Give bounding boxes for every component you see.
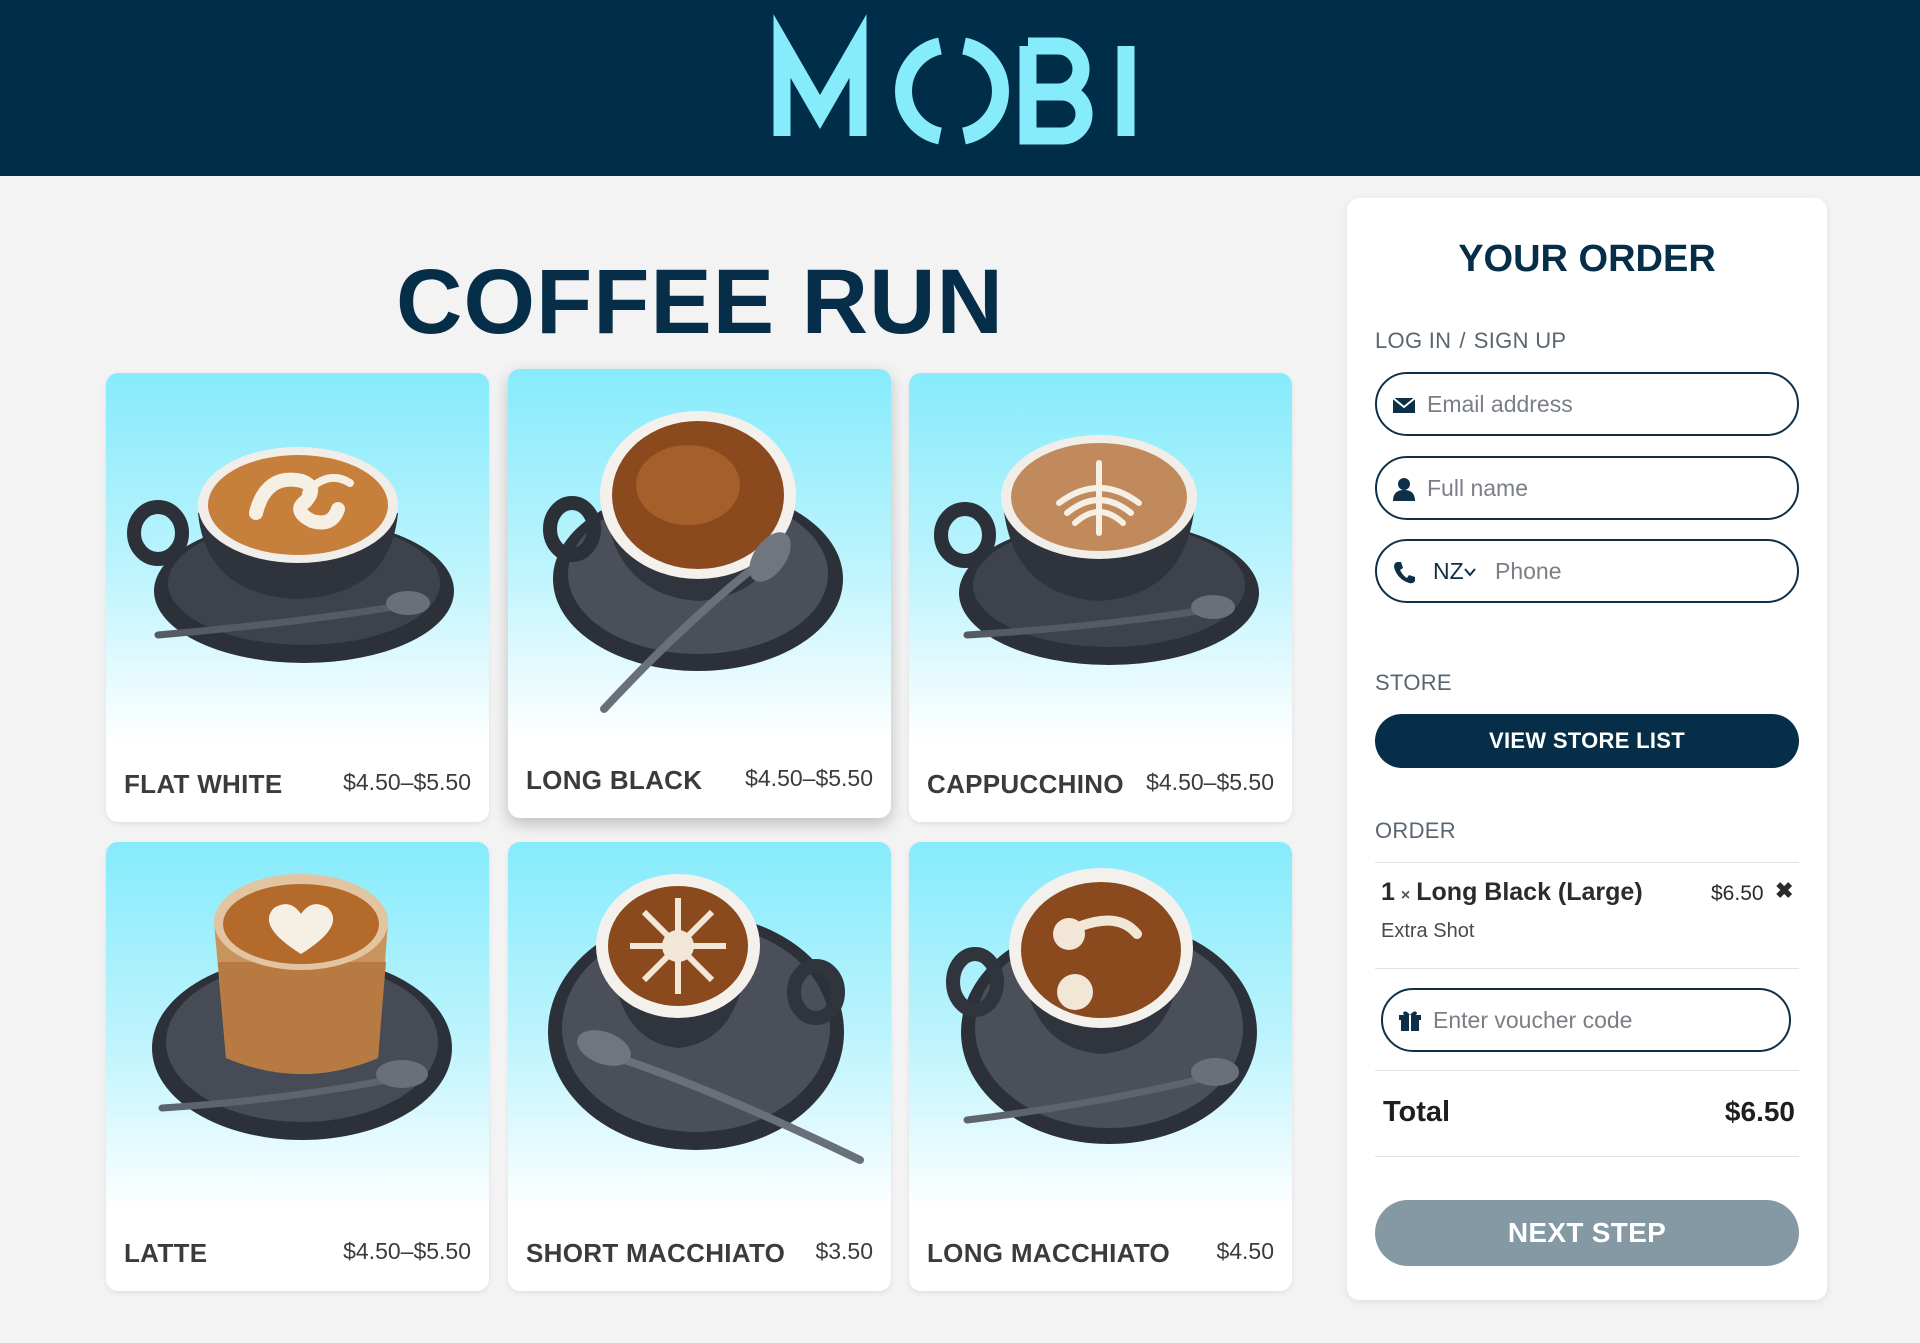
signup-link[interactable]: SIGN UP (1474, 328, 1567, 353)
divider (1375, 968, 1799, 969)
product-photo (508, 842, 891, 1212)
page-title: COFFEE RUN (396, 251, 1004, 353)
product-price: $4.50 (1216, 1238, 1274, 1264)
product-card-short-macchiato[interactable]: SHORT MACCHIATO $3.50 (508, 842, 891, 1291)
product-card-long-black[interactable]: LONG BLACK $4.50–$5.50 (508, 369, 891, 818)
product-photo (909, 373, 1292, 743)
product-price: $4.50–$5.50 (745, 765, 873, 791)
product-photo (508, 369, 891, 739)
product-price: $4.50–$5.50 (1146, 769, 1274, 795)
product-photo (909, 842, 1292, 1212)
next-step-button[interactable]: NEXT STEP (1375, 1200, 1799, 1266)
phone-icon (1394, 562, 1415, 584)
phone-field[interactable]: NZ Phone (1375, 539, 1799, 603)
voucher-field[interactable]: Enter voucher code (1381, 988, 1791, 1052)
item-quantity: 1 (1381, 878, 1395, 906)
item-times: × (1400, 887, 1411, 904)
phone-placeholder: Phone (1495, 558, 1562, 584)
total-value: $6.50 (1724, 1096, 1795, 1127)
product-price: $4.50–$5.50 (343, 769, 471, 795)
product-card-flat-white[interactable]: FLAT WHITE $4.50–$5.50 (106, 373, 489, 822)
order-panel: YOUR ORDER LOG IN / SIGN UP Email address … (1347, 198, 1827, 1300)
product-card-cappucchino[interactable]: CAPPUCCHINO $4.50–$5.50 (909, 373, 1292, 822)
divider (1375, 862, 1799, 863)
user-icon (1393, 478, 1415, 501)
total-label: Total (1383, 1096, 1451, 1128)
item-name: Long Black (Large) (1416, 878, 1643, 906)
item-option: Extra Shot (1381, 920, 1475, 942)
full-name-placeholder: Full name (1427, 475, 1528, 501)
product-name: LATTE (124, 1238, 208, 1268)
brand-logo[interactable] (0, 0, 1920, 176)
login-signup-label: LOG IN / SIGN UP (1375, 328, 1566, 354)
product-price: $3.50 (815, 1238, 873, 1264)
remove-item-close-icon[interactable]: ✖ (1775, 878, 1793, 904)
divider (1375, 1156, 1799, 1157)
divider (1375, 1070, 1799, 1071)
voucher-placeholder: Enter voucher code (1433, 1007, 1633, 1033)
product-name: LONG MACCHIATO (927, 1238, 1170, 1268)
order-label: ORDER (1375, 818, 1456, 843)
chevron-down-icon[interactable] (1463, 565, 1477, 579)
product-name: LONG BLACK (526, 765, 703, 795)
email-field[interactable]: Email address (1375, 372, 1799, 436)
country-code-select[interactable]: NZ (1433, 558, 1464, 585)
login-separator: / (1459, 328, 1466, 353)
order-line-item: 1 × Long Black (Large) (1381, 878, 1643, 907)
product-card-long-macchiato[interactable]: LONG MACCHIATO $4.50 (909, 842, 1292, 1291)
product-card-latte[interactable]: LATTE $4.50–$5.50 (106, 842, 489, 1291)
mail-icon (1392, 397, 1416, 413)
gift-icon (1399, 1011, 1421, 1031)
product-name: CAPPUCCHINO (927, 769, 1124, 799)
product-photo (106, 842, 489, 1212)
item-price: $6.50 (1711, 882, 1764, 905)
header-bar (0, 0, 1920, 176)
product-price: $4.50–$5.50 (343, 1238, 471, 1264)
login-link[interactable]: LOG IN (1375, 328, 1451, 353)
view-store-list-button[interactable]: VIEW STORE LIST (1375, 714, 1799, 768)
full-name-field[interactable]: Full name (1375, 456, 1799, 520)
product-photo (106, 373, 489, 743)
email-placeholder: Email address (1427, 391, 1573, 417)
store-label: STORE (1375, 670, 1452, 695)
product-name: SHORT MACCHIATO (526, 1238, 786, 1268)
order-title: YOUR ORDER (1458, 238, 1716, 280)
product-name: FLAT WHITE (124, 769, 283, 799)
